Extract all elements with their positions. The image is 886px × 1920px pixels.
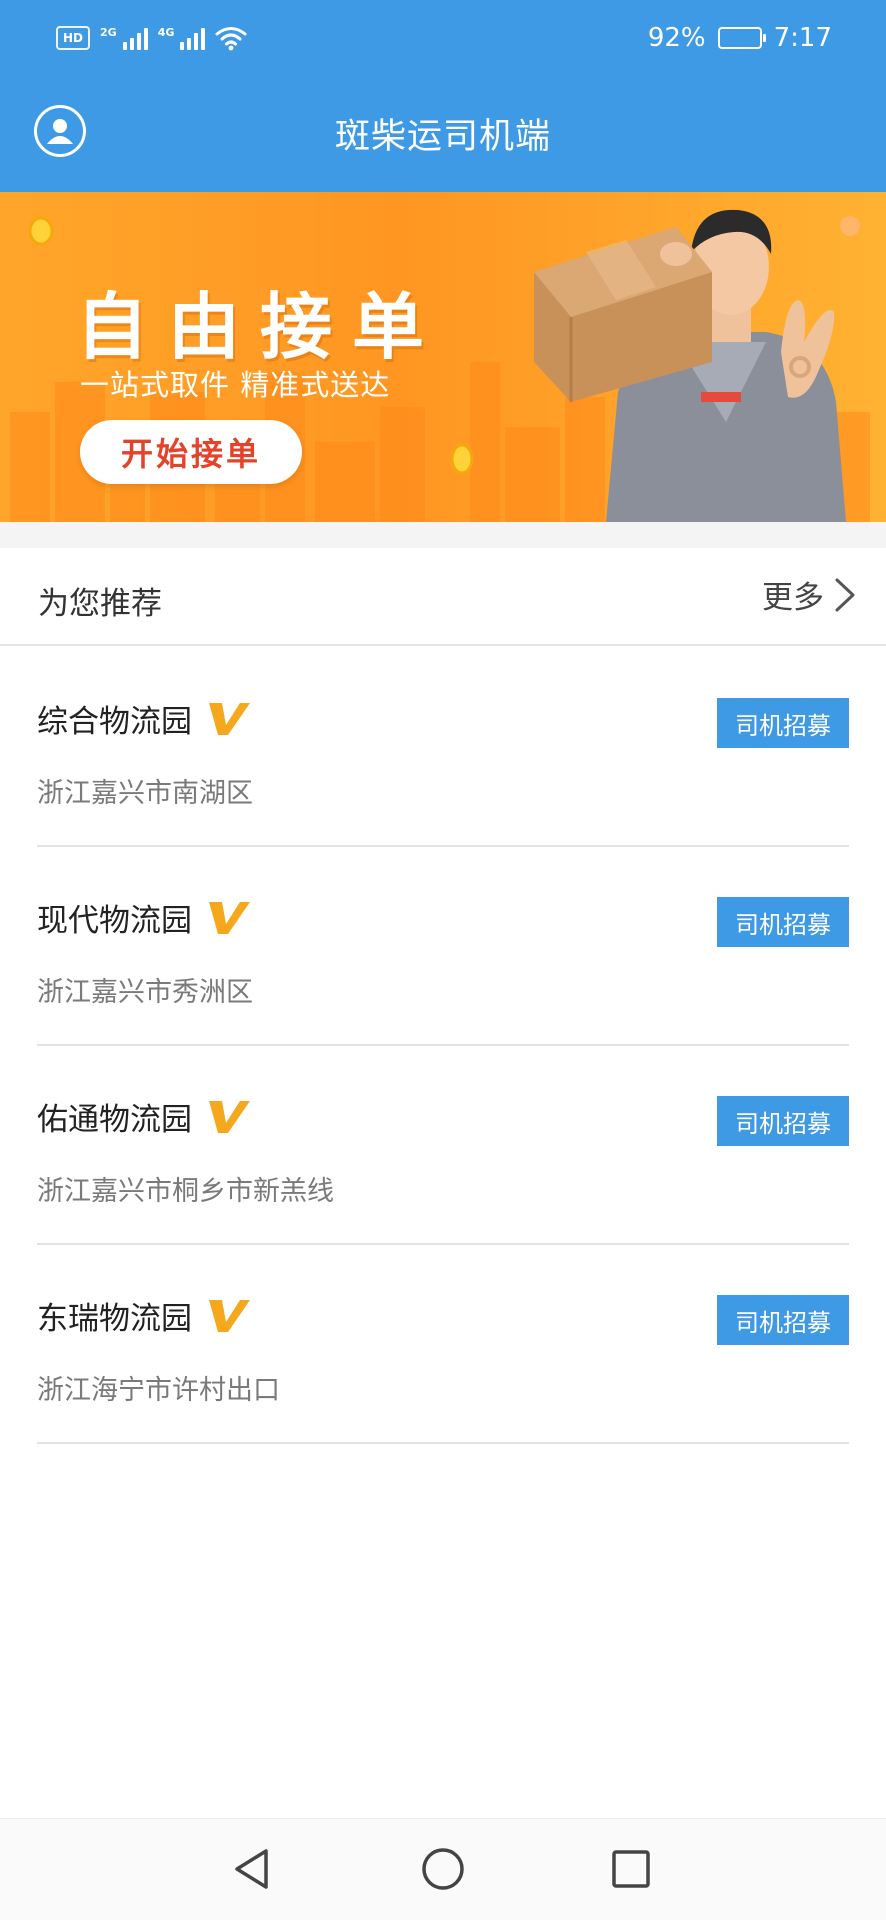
coin-decoration-icon <box>450 443 474 475</box>
signal-strength-icon <box>122 26 148 50</box>
driver-recruit-button[interactable]: 司机招募 <box>717 897 849 947</box>
back-triangle-icon <box>235 1849 268 1889</box>
banner-subtitle: 一站式取件 精准式送达 <box>80 368 391 402</box>
park-name: 现代物流园 <box>37 903 192 939</box>
verified-v-icon <box>209 702 250 735</box>
list-item[interactable]: 东瑞物流园 浙江海宁市许村出口 司机招募 <box>37 1245 849 1444</box>
network-type-label: 4G <box>157 25 175 39</box>
park-name: 佑通物流园 <box>37 1102 192 1138</box>
verified-v-icon <box>209 1299 250 1332</box>
home-button[interactable] <box>417 1843 469 1895</box>
verified-v-icon <box>209 901 250 934</box>
park-address: 浙江海宁市许村出口 <box>37 1375 280 1406</box>
recents-button[interactable] <box>605 1843 657 1895</box>
park-name: 东瑞物流园 <box>37 1301 192 1337</box>
driver-recruit-button[interactable]: 司机招募 <box>717 1295 849 1345</box>
hd-voice-icon: HD <box>56 26 90 50</box>
logistics-park-list: 综合物流园 浙江嘉兴市南湖区 司机招募 现代物流园 浙江嘉兴市秀洲区 司机招募 … <box>0 648 886 1444</box>
list-item[interactable]: 现代物流园 浙江嘉兴市秀洲区 司机招募 <box>37 847 849 1046</box>
park-address: 浙江嘉兴市秀洲区 <box>37 977 253 1008</box>
home-circle-icon <box>422 1848 464 1890</box>
promo-banner[interactable]: 自由接单 一站式取件 精准式送达 开始接单 <box>0 192 886 522</box>
network-type-label: 2G <box>100 25 117 39</box>
system-navigation-bar <box>0 1818 886 1920</box>
top-bar: HD 2G 4G 92% 7:17 斑柴运司机端 <box>0 0 886 192</box>
courier-with-box-illustration <box>534 209 846 522</box>
back-button[interactable] <box>226 1843 278 1895</box>
section-divider <box>0 522 886 548</box>
driver-recruit-button[interactable]: 司机招募 <box>717 1096 849 1146</box>
app-title: 斑柴运司机端 <box>334 117 551 157</box>
app-header: 斑柴运司机端 <box>0 88 886 192</box>
park-address: 浙江嘉兴市桐乡市新羔线 <box>37 1176 334 1207</box>
signal-strength-icon <box>180 26 206 50</box>
recommend-title: 为您推荐 <box>38 586 162 622</box>
chevron-right-icon <box>835 578 855 611</box>
battery-percentage: 92% <box>647 23 706 53</box>
park-name: 综合物流园 <box>37 704 192 740</box>
verified-v-icon <box>209 1100 250 1133</box>
park-address: 浙江嘉兴市南湖区 <box>37 778 253 809</box>
status-icons-left: HD 2G 4G <box>56 22 247 54</box>
start-orders-button[interactable]: 开始接单 <box>80 420 302 484</box>
battery-icon <box>717 27 766 49</box>
more-link[interactable]: 更多 <box>762 572 856 617</box>
more-label: 更多 <box>762 580 824 616</box>
clock-time: 7:17 <box>773 23 832 53</box>
coin-decoration-icon <box>28 216 54 246</box>
list-item[interactable]: 综合物流园 浙江嘉兴市南湖区 司机招募 <box>37 648 849 847</box>
wifi-icon <box>215 27 247 51</box>
driver-recruit-button[interactable]: 司机招募 <box>717 698 849 748</box>
status-icons-right: 92% 7:17 <box>648 20 832 56</box>
app-screen: HD 2G 4G 92% 7:17 斑柴运司机端 自由接单 一站式取件 精准式送… <box>0 0 886 1920</box>
banner-headline: 自由接单 <box>76 285 445 369</box>
recents-square-icon <box>612 1850 650 1888</box>
list-item[interactable]: 佑通物流园 浙江嘉兴市桐乡市新羔线 司机招募 <box>37 1046 849 1245</box>
recommend-header: 为您推荐 更多 <box>0 548 886 646</box>
